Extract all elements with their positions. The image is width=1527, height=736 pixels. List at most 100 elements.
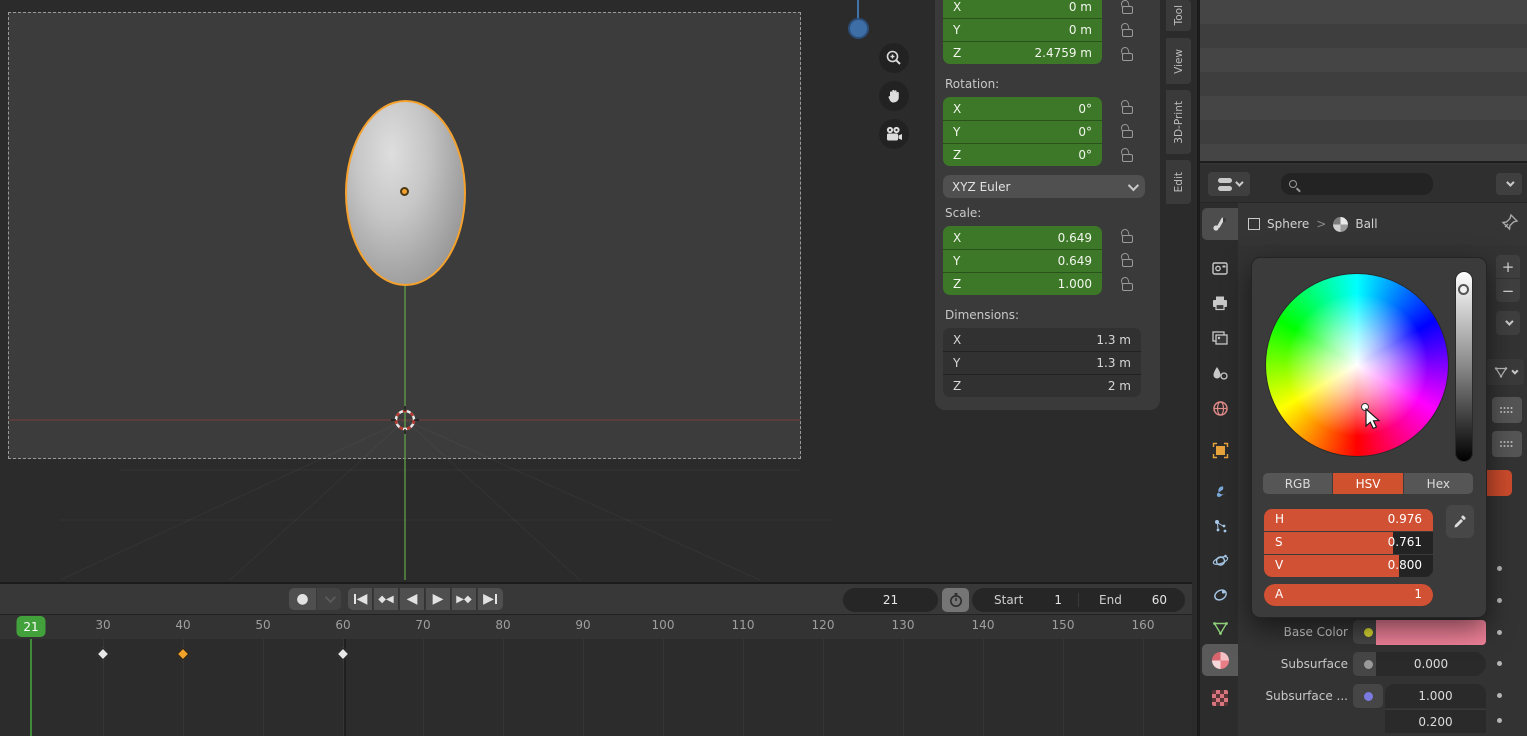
- timeline-gridline: [503, 639, 504, 736]
- tab-3d-print[interactable]: 3D-Print: [1166, 90, 1191, 154]
- lock-location-y-icon[interactable]: [1122, 29, 1133, 37]
- keyframe-diamond[interactable]: [337, 648, 350, 661]
- lock-location-x-icon[interactable]: [1122, 6, 1133, 14]
- eyedropper-button[interactable]: [1446, 505, 1474, 538]
- animate-dot[interactable]: [1497, 598, 1502, 603]
- tab-tool[interactable]: Tool: [1166, 0, 1191, 31]
- keyframe-diamond[interactable]: [177, 648, 190, 661]
- lock-rotation-z-icon[interactable]: [1122, 154, 1133, 162]
- subsurface-radius-socket[interactable]: [1353, 684, 1383, 708]
- lock-scale-z-icon[interactable]: [1122, 283, 1133, 291]
- playhead-line[interactable]: [30, 639, 32, 736]
- lock-location-z-icon[interactable]: [1122, 53, 1133, 61]
- add-material-slot-button[interactable]: +: [1496, 255, 1520, 278]
- lock-rotation-x-icon[interactable]: [1122, 106, 1133, 114]
- tab-object-data-properties[interactable]: [1202, 612, 1238, 644]
- tab-hex[interactable]: Hex: [1403, 473, 1473, 494]
- rotation-x-field[interactable]: X0°: [943, 97, 1102, 120]
- breadcrumb-data[interactable]: Ball: [1355, 217, 1377, 231]
- remove-material-slot-button[interactable]: −: [1496, 279, 1520, 302]
- subsurface-field[interactable]: 0.000: [1376, 652, 1486, 676]
- lock-scale-y-icon[interactable]: [1122, 259, 1133, 267]
- tab-physics-properties[interactable]: [1202, 544, 1238, 576]
- header-options-button[interactable]: [1496, 173, 1522, 195]
- end-frame-field[interactable]: End 60: [1079, 593, 1185, 607]
- value-slider-handle[interactable]: [1458, 284, 1469, 295]
- zoom-button[interactable]: [879, 43, 909, 73]
- saturation-slider[interactable]: S 0.761: [1264, 532, 1433, 554]
- scale-y-field[interactable]: Y0.649: [943, 249, 1102, 272]
- tab-edit[interactable]: Edit: [1166, 160, 1191, 204]
- material-specials-button[interactable]: [1496, 311, 1520, 335]
- tab-particle-properties[interactable]: [1202, 510, 1238, 542]
- rotation-mode-dropdown[interactable]: XYZ Euler: [943, 175, 1145, 198]
- value-brightness-slider[interactable]: V 0.800: [1264, 555, 1433, 577]
- start-frame-field[interactable]: Start 1: [972, 593, 1079, 607]
- color-wheel[interactable]: [1265, 273, 1449, 457]
- edited-color-swatch[interactable]: [1486, 470, 1512, 496]
- play-button[interactable]: ▶: [426, 588, 451, 610]
- breadcrumb-object[interactable]: Sphere: [1267, 217, 1309, 231]
- animate-dot[interactable]: [1497, 718, 1502, 723]
- scale-z-field[interactable]: Z1.000: [943, 272, 1102, 295]
- dimension-z-field[interactable]: Z2 m: [943, 374, 1141, 397]
- properties-search-input[interactable]: [1281, 173, 1433, 195]
- pin-icon[interactable]: [1500, 212, 1520, 232]
- animate-dot[interactable]: [1497, 693, 1502, 698]
- animate-dot[interactable]: [1497, 661, 1502, 666]
- jump-to-start-button[interactable]: ◀: [348, 588, 373, 610]
- material-filter-dropdown[interactable]: [1486, 359, 1524, 385]
- hue-slider[interactable]: H 0.976: [1264, 509, 1433, 531]
- location-y-field[interactable]: Y0 m: [943, 18, 1102, 41]
- tab-hsv[interactable]: HSV: [1333, 473, 1402, 494]
- previous-keyframe-button[interactable]: ◆◀: [374, 588, 399, 610]
- tab-view[interactable]: View: [1166, 38, 1191, 84]
- record-options-button[interactable]: [317, 588, 341, 610]
- tab-scene-properties[interactable]: [1202, 357, 1238, 389]
- tab-render-properties[interactable]: [1202, 252, 1238, 284]
- timeline-ruler[interactable]: 3040506070809010011012013014015016021: [0, 615, 1192, 639]
- editor-type-button[interactable]: [1208, 172, 1250, 196]
- timeline-keyframe-area[interactable]: [0, 639, 1192, 736]
- lock-scale-x-icon[interactable]: [1122, 235, 1133, 243]
- lock-rotation-y-icon[interactable]: [1122, 130, 1133, 138]
- tab-constraint-properties[interactable]: [1202, 578, 1238, 610]
- tab-object-properties[interactable]: [1202, 434, 1238, 466]
- keyframe-diamond[interactable]: [97, 648, 110, 661]
- record-button[interactable]: ●: [289, 588, 316, 610]
- play-reverse-button[interactable]: ◀: [400, 588, 425, 610]
- tab-view-layer-properties[interactable]: [1202, 322, 1238, 354]
- nav-gizmo-axis-ball[interactable]: [848, 18, 869, 39]
- dimension-x-field[interactable]: X1.3 m: [943, 328, 1141, 351]
- preview-range-toggle[interactable]: [942, 588, 969, 612]
- pan-hand-button[interactable]: [879, 81, 909, 111]
- rotation-y-field[interactable]: Y0°: [943, 120, 1102, 143]
- next-keyframe-button[interactable]: ▶◆: [452, 588, 477, 610]
- tab-output-properties[interactable]: [1202, 287, 1238, 319]
- animate-dot[interactable]: [1497, 630, 1502, 635]
- outliner-editor[interactable]: [1200, 0, 1527, 163]
- dimension-y-field[interactable]: Y1.3 m: [943, 351, 1141, 374]
- tab-rgb[interactable]: RGB: [1263, 473, 1333, 494]
- location-x-field[interactable]: X0 m: [943, 0, 1102, 18]
- alpha-slider[interactable]: A 1: [1264, 584, 1433, 606]
- rotation-z-field[interactable]: Z0°: [943, 143, 1102, 166]
- tab-modifier-properties[interactable]: [1202, 476, 1238, 508]
- subsurface-radius-y-field[interactable]: 0.200: [1385, 709, 1486, 733]
- location-z-field[interactable]: Z2.4759 m: [943, 41, 1102, 64]
- camera-view-button[interactable]: [879, 119, 909, 149]
- properties-column: Sphere > Ball: [1197, 0, 1527, 736]
- current-frame-field[interactable]: 21: [843, 588, 938, 612]
- value-slider[interactable]: [1455, 271, 1473, 462]
- tab-world-properties[interactable]: [1202, 392, 1238, 424]
- grid-handle-button-1[interactable]: [1492, 397, 1522, 423]
- animate-dot[interactable]: [1497, 566, 1502, 571]
- jump-to-end-button[interactable]: ▶: [478, 588, 503, 610]
- tab-tool-properties[interactable]: [1202, 208, 1238, 240]
- scale-x-field[interactable]: X0.649: [943, 226, 1102, 249]
- tab-material-properties[interactable]: [1202, 644, 1238, 676]
- current-frame-marker[interactable]: 21: [17, 616, 46, 637]
- subsurface-radius-x-field[interactable]: 1.000: [1385, 684, 1486, 708]
- base-color-swatch[interactable]: [1376, 620, 1486, 645]
- grid-handle-button-2[interactable]: [1492, 431, 1522, 457]
